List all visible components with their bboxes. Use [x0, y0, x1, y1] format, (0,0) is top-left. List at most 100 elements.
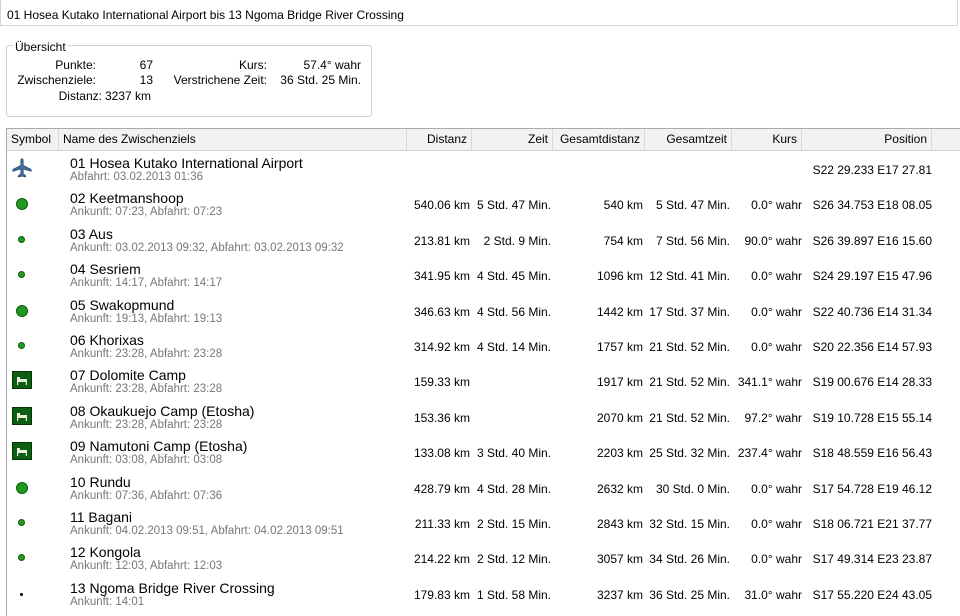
cell-course: 0.0° wahr	[751, 340, 802, 354]
waypoint-name: 03 Aus	[70, 225, 113, 242]
cell-total-distance: 2632 km	[596, 481, 643, 496]
cell-position: S26 34.753 E18 08.05	[812, 198, 932, 213]
waypoint-name: 11 Bagani	[70, 509, 133, 525]
large-dot-icon	[16, 198, 28, 211]
waypoint-name: 08 Okaukuejo Camp (Etosha)	[70, 402, 255, 419]
waypoint-times: Ankunft: 07:36, Abfahrt: 07:36	[70, 489, 223, 502]
cell-total-time: 5 Std. 47 Min.	[655, 198, 730, 213]
table-row[interactable]: 01 Hosea Kutako International Airport Abf…	[7, 151, 960, 186]
cell-distance: 179.83 km	[413, 587, 470, 602]
waypoint-table: Symbol Name des Zwischenziels Distanz Ze…	[6, 128, 960, 616]
table-row[interactable]: 10 Rundu Ankunft: 07:36, Abfahrt: 07:36 42…	[7, 470, 960, 505]
column-header-time[interactable]: Zeit	[472, 129, 553, 150]
cell-total-time: 12 Std. 41 Min.	[649, 269, 730, 284]
table-row[interactable]: 06 Khorixas Ankunft: 23:28, Abfahrt: 23:2…	[7, 328, 960, 363]
cell-position: S26 39.897 E16 15.60	[812, 233, 932, 248]
column-header-symbol[interactable]: Symbol	[7, 129, 59, 150]
overview-panel: Übersicht Punkte: 67 Zwischenziele: 13 D…	[6, 40, 372, 117]
cell-total-distance: 1757 km	[596, 340, 643, 354]
small-dot-icon	[18, 342, 25, 349]
cell-total-distance: 2843 km	[596, 517, 643, 531]
table-row[interactable]: 02 Keetmanshoop Ankunft: 07:23, Abfahrt: …	[7, 186, 960, 221]
cell-time: 4 Std. 45 Min.	[476, 269, 551, 284]
table-row[interactable]: 05 Swakopmund Ankunft: 19:13, Abfahrt: 19…	[7, 293, 960, 328]
cell-total-time: 21 Std. 52 Min.	[649, 340, 730, 354]
waypoint-name: 12 Kongola	[70, 544, 141, 561]
waypoint-times: Ankunft: 19:13, Abfahrt: 19:13	[70, 312, 223, 325]
cell-course: 237.4° wahr	[737, 446, 802, 461]
cell-distance: 159.33 km	[413, 375, 470, 390]
cell-position: S20 22.356 E14 57.93	[812, 340, 932, 354]
cell-distance: 346.63 km	[413, 304, 470, 319]
cell-distance: 133.08 km	[413, 446, 470, 461]
table-row[interactable]: 09 Namutoni Camp (Etosha) Ankunft: 03:08,…	[7, 434, 960, 469]
cell-total-time: 30 Std. 0 Min.	[655, 481, 730, 496]
waypoint-name: 04 Sesriem	[70, 261, 141, 278]
table-row[interactable]: 03 Aus Ankunft: 03.02.2013 09:32, Abfahrt…	[7, 222, 960, 257]
cell-position: S19 10.728 E15 55.14	[812, 410, 932, 425]
camp-icon	[12, 371, 32, 390]
cell-course: 0.0° wahr	[751, 304, 802, 319]
small-dot-icon	[18, 519, 25, 526]
waypoint-times: Ankunft: 03:08, Abfahrt: 03:08	[70, 454, 223, 467]
column-header-distance[interactable]: Distanz	[407, 129, 472, 150]
cell-course: 0.0° wahr	[751, 198, 802, 213]
waypoint-name: 01 Hosea Kutako International Airport	[70, 155, 303, 171]
route-title: 01 Hosea Kutako International Airport bi…	[0, 0, 958, 26]
column-header-total-distance[interactable]: Gesamtdistanz	[553, 129, 645, 150]
waypoint-times: Ankunft: 07:23, Abfahrt: 07:23	[70, 206, 223, 219]
cell-total-time: 21 Std. 52 Min.	[649, 410, 730, 425]
course-label: Kurs:	[238, 58, 267, 72]
column-header-total-time[interactable]: Gesamtzeit	[645, 129, 732, 150]
cell-distance: 153.36 km	[413, 410, 470, 425]
cell-distance: 213.81 km	[413, 233, 470, 248]
cell-distance: 428.79 km	[413, 481, 470, 496]
waypoint-name: 13 Ngoma Bridge River Crossing	[70, 579, 275, 596]
table-row[interactable]: 12 Kongola Ankunft: 12:03, Abfahrt: 12:03…	[7, 540, 960, 575]
elapsed-value: 36 Std. 25 Min.	[280, 73, 361, 87]
column-header-name[interactable]: Name des Zwischenziels	[59, 129, 407, 150]
table-row[interactable]: 11 Bagani Ankunft: 04.02.2013 09:51, Abfa…	[7, 505, 960, 540]
table-row[interactable]: 04 Sesriem Ankunft: 14:17, Abfahrt: 14:17…	[7, 257, 960, 292]
cell-distance: 540.06 km	[413, 198, 470, 213]
table-row[interactable]: 08 Okaukuejo Camp (Etosha) Ankunft: 23:28…	[7, 399, 960, 434]
cell-total-distance: 3237 km	[596, 587, 643, 602]
waypoint-name: 10 Rundu	[70, 473, 131, 490]
cell-position: S22 29.233 E17 27.81	[812, 163, 932, 177]
elapsed-label: Verstrichene Zeit:	[173, 73, 267, 87]
distance-value: 3237 km	[105, 89, 152, 103]
distance-label: Distanz:	[58, 89, 102, 103]
cell-course: 341.1° wahr	[737, 375, 802, 390]
overview-title: Übersicht	[13, 40, 68, 54]
waypoints-label: Zwischenziele:	[17, 73, 96, 87]
waypoint-times: Ankunft: 23:28, Abfahrt: 23:28	[70, 348, 223, 360]
column-header-course[interactable]: Kurs	[732, 129, 802, 150]
waypoint-times: Ankunft: 03.02.2013 09:32, Abfahrt: 03.0…	[70, 241, 344, 254]
points-value: 67	[139, 58, 153, 72]
camp-icon	[12, 442, 32, 461]
cell-distance: 211.33 km	[414, 517, 470, 531]
cell-total-time: 7 Std. 56 Min.	[655, 233, 730, 248]
column-header-position[interactable]: Position	[802, 129, 932, 150]
cell-time: 4 Std. 14 Min.	[476, 340, 551, 354]
cell-time: 2 Std. 9 Min.	[483, 233, 551, 248]
waypoint-times: Ankunft: 14:01	[70, 595, 145, 608]
cell-position: S22 40.736 E14 31.34	[812, 304, 932, 319]
cell-total-distance: 2203 km	[596, 446, 643, 461]
cell-total-time: 21 Std. 52 Min.	[649, 375, 730, 390]
waypoint-times: Ankunft: 23:28, Abfahrt: 23:28	[70, 418, 223, 431]
cell-time: 3 Std. 40 Min.	[476, 446, 551, 461]
cell-total-distance: 1442 km	[596, 304, 643, 319]
cell-course: 0.0° wahr	[751, 481, 802, 496]
table-row[interactable]: 13 Ngoma Bridge River Crossing Ankunft: 1…	[7, 576, 960, 611]
table-row[interactable]: 07 Dolomite Camp Ankunft: 23:28, Abfahrt:…	[7, 363, 960, 398]
cell-time: 2 Std. 12 Min.	[476, 552, 551, 567]
cell-total-distance: 754 km	[603, 233, 643, 248]
cell-total-time: 34 Std. 26 Min.	[649, 552, 730, 567]
waypoint-name: 09 Namutoni Camp (Etosha)	[70, 438, 248, 455]
cell-distance: 314.92 km	[413, 340, 470, 354]
cell-course: 97.2° wahr	[744, 410, 803, 425]
table-header: Symbol Name des Zwischenziels Distanz Ze…	[7, 129, 960, 151]
cell-total-distance: 1096 km	[596, 269, 643, 284]
cell-time: 2 Std. 15 Min.	[476, 517, 551, 531]
